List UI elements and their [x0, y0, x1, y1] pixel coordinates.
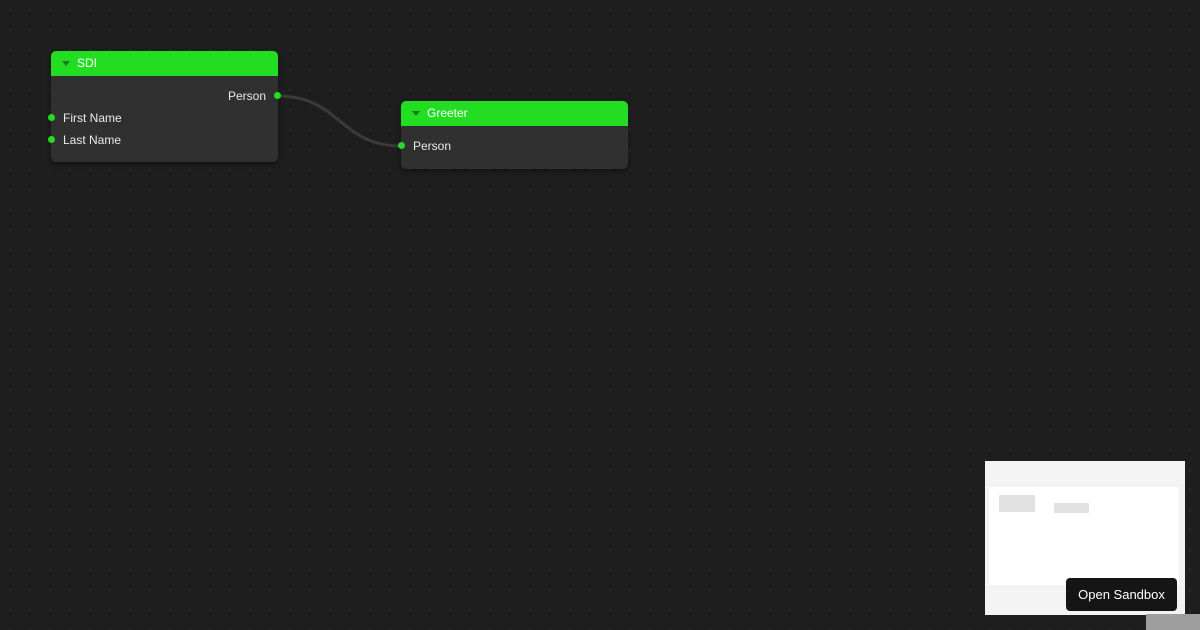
node-greeter[interactable]: Greeter Person	[398, 101, 628, 169]
input-port-first-name[interactable]	[48, 114, 55, 121]
collapse-triangle-icon[interactable]	[62, 61, 70, 66]
node-sdi-header[interactable]: SDI	[51, 51, 278, 76]
input-port-person[interactable]	[398, 142, 405, 149]
node-sdi-title: SDI	[77, 56, 98, 70]
input-label-first-name: First Name	[63, 111, 122, 125]
node-greeter-header[interactable]: Greeter	[401, 101, 628, 126]
output-port-person[interactable]	[274, 92, 281, 99]
minimap-viewport[interactable]	[989, 487, 1179, 585]
minimap-node-sdi	[999, 495, 1035, 512]
input-label-person: Person	[413, 139, 452, 153]
node-greeter-title: Greeter	[427, 106, 468, 120]
connection-sdi-person-to-greeter-person[interactable]	[277, 94, 402, 148]
input-label-last-name: Last Name	[63, 133, 122, 147]
corner-widget	[1146, 614, 1200, 630]
minimap-node-greeter	[1054, 503, 1089, 513]
input-port-last-name[interactable]	[48, 136, 55, 143]
open-sandbox-button[interactable]: Open Sandbox	[1066, 578, 1177, 611]
node-sdi[interactable]: SDI Person First Name Last Name	[48, 51, 281, 162]
collapse-triangle-icon[interactable]	[412, 111, 420, 116]
output-label-person: Person	[227, 89, 266, 103]
node-editor-canvas[interactable]: SDI Person First Name Last Name Greeter …	[0, 0, 1200, 630]
